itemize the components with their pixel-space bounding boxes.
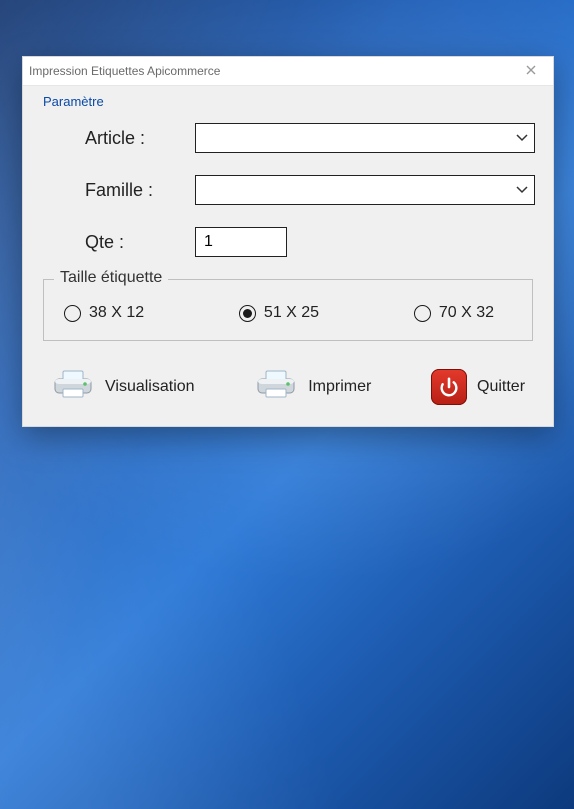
radio-label: 51 X 25 xyxy=(264,304,319,322)
radio-51x25[interactable]: 51 X 25 xyxy=(239,304,319,322)
article-label: Article : xyxy=(85,128,195,149)
imprimer-label: Imprimer xyxy=(308,378,371,396)
radio-icon xyxy=(64,305,81,322)
quitter-label: Quitter xyxy=(477,378,525,396)
printer-icon xyxy=(254,367,298,406)
radio-label: 70 X 32 xyxy=(439,304,494,322)
row-article: Article : xyxy=(41,123,535,153)
window-title: Impression Etiquettes Apicommerce xyxy=(29,64,220,78)
chevron-down-icon xyxy=(516,129,528,147)
close-button[interactable] xyxy=(509,57,553,85)
row-qte: Qte : xyxy=(41,227,535,257)
chevron-down-icon xyxy=(516,181,528,199)
radio-38x12[interactable]: 38 X 12 xyxy=(64,304,144,322)
titlebar: Impression Etiquettes Apicommerce xyxy=(23,57,553,86)
visualisation-label: Visualisation xyxy=(105,378,195,396)
visualisation-button[interactable]: Visualisation xyxy=(45,365,201,408)
size-group-legend: Taille étiquette xyxy=(54,269,168,287)
imprimer-button[interactable]: Imprimer xyxy=(248,365,377,408)
close-icon xyxy=(526,62,536,80)
action-row: Visualisation Imprimer xyxy=(41,355,535,408)
qte-input[interactable] xyxy=(195,227,287,257)
famille-label: Famille : xyxy=(85,180,195,201)
radio-icon xyxy=(414,305,431,322)
article-combobox[interactable] xyxy=(195,123,535,153)
radio-label: 38 X 12 xyxy=(89,304,144,322)
radio-70x32[interactable]: 70 X 32 xyxy=(414,304,494,322)
size-radio-row: 38 X 12 51 X 25 70 X 32 xyxy=(58,300,518,326)
quitter-button[interactable]: Quitter xyxy=(425,367,531,407)
size-groupbox: Taille étiquette 38 X 12 51 X 25 70 X 32 xyxy=(43,279,533,341)
app-window: Impression Etiquettes Apicommerce Paramè… xyxy=(22,56,554,427)
printer-icon xyxy=(51,367,95,406)
power-icon xyxy=(431,369,467,405)
menu-parametre[interactable]: Paramètre xyxy=(41,92,104,123)
qte-label: Qte : xyxy=(85,232,195,253)
row-famille: Famille : xyxy=(41,175,535,205)
radio-icon xyxy=(239,305,256,322)
window-content: Paramètre Article : Famille : Qte : Tail… xyxy=(23,86,553,426)
famille-combobox[interactable] xyxy=(195,175,535,205)
